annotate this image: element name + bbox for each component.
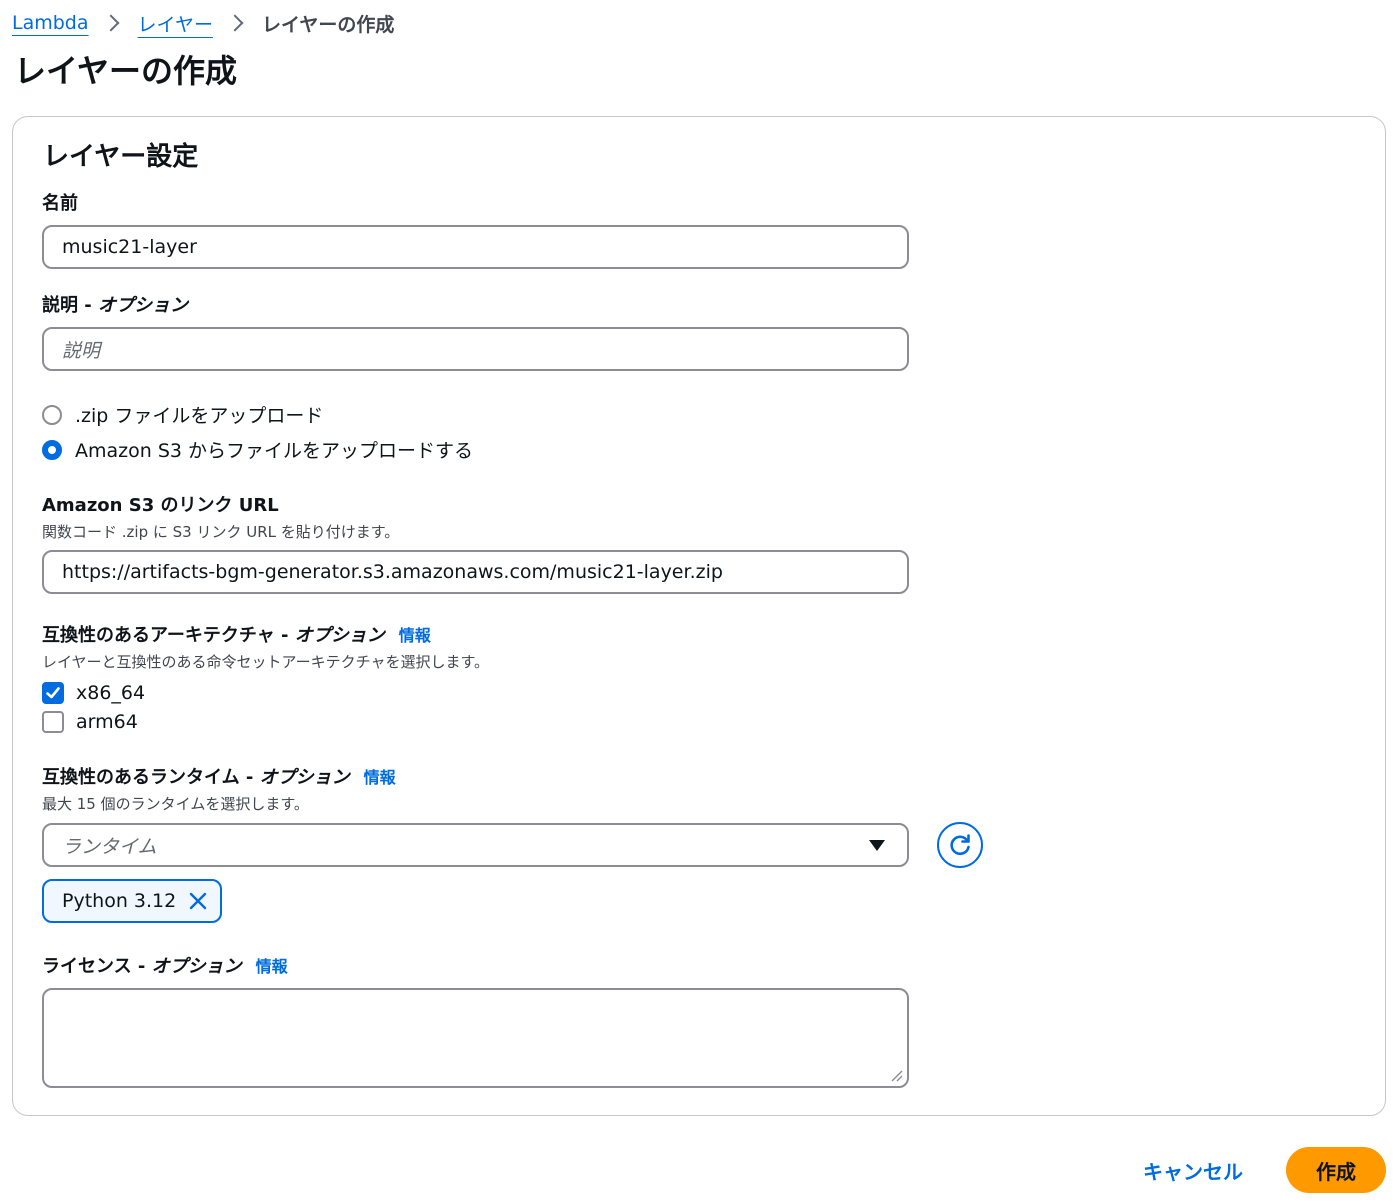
panel-title: レイヤー設定: [43, 142, 199, 172]
architecture-label: 互換性のあるアーキテクチャ - オプション 情報: [42, 623, 431, 649]
radio-upload-zip-label: .zip ファイルをアップロード: [75, 405, 324, 427]
description-input[interactable]: 説明: [42, 327, 909, 371]
remove-token-button[interactable]: [188, 891, 208, 911]
license-label: ライセンス - オプション 情報: [42, 954, 288, 980]
runtime-description: 最大 15 個のランタイムを選択します。: [42, 795, 309, 813]
s3-url-description: 関数コード .zip に S3 リンク URL を貼り付けます。: [42, 523, 400, 541]
description-label-text: 説明 -: [42, 295, 99, 316]
description-placeholder: 説明: [62, 339, 101, 362]
page-title: レイヤーの作成: [14, 52, 238, 90]
checkbox-x86-64-label: x86_64: [76, 682, 146, 704]
close-icon: [190, 892, 207, 910]
runtime-info-link[interactable]: 情報: [364, 768, 396, 787]
checkbox-arm64[interactable]: arm64: [42, 711, 138, 733]
breadcrumb-lambda-link[interactable]: Lambda: [12, 12, 89, 34]
breadcrumb-layers-link[interactable]: レイヤー: [138, 10, 213, 37]
s3-url-label: Amazon S3 のリンク URL: [42, 495, 279, 516]
description-optional: オプション: [98, 295, 189, 316]
checkbox-checked[interactable]: [42, 682, 64, 704]
breadcrumb-current: レイヤーの作成: [261, 13, 395, 36]
runtime-label-text: 互換性のあるランタイム -: [42, 767, 260, 788]
architecture-label-text: 互換性のあるアーキテクチャ -: [42, 625, 295, 646]
radio-upload-s3[interactable]: Amazon S3 からファイルをアップロードする: [42, 436, 473, 463]
architecture-info-link[interactable]: 情報: [399, 626, 431, 645]
description-label: 説明 - オプション: [42, 293, 188, 319]
checkmark-icon: [46, 687, 60, 699]
checkbox-x86-64[interactable]: x86_64: [42, 682, 145, 704]
license-optional: オプション: [151, 956, 242, 977]
chevron-right-icon: [226, 14, 244, 32]
radio-button-selected[interactable]: [42, 439, 62, 460]
runtime-select[interactable]: ランタイム: [42, 823, 909, 867]
radio-upload-zip[interactable]: .zip ファイルをアップロード: [42, 401, 323, 428]
name-label: 名前: [42, 193, 78, 214]
caret-down-icon: [869, 839, 885, 851]
runtime-optional: オプション: [259, 767, 350, 788]
refresh-button[interactable]: [937, 822, 983, 868]
radio-button[interactable]: [42, 404, 62, 425]
license-info-link[interactable]: 情報: [256, 957, 288, 976]
license-textarea[interactable]: [42, 988, 909, 1088]
radio-upload-s3-label: Amazon S3 からファイルをアップロードする: [75, 440, 474, 462]
create-button[interactable]: 作成: [1286, 1147, 1386, 1193]
s3-url-input[interactable]: https://artifacts-bgm-generator.s3.amazo…: [42, 550, 909, 594]
cancel-button[interactable]: キャンセル: [1143, 1156, 1243, 1185]
breadcrumb: Lambda レイヤー レイヤーの作成: [12, 8, 394, 38]
runtime-label: 互換性のあるランタイム - オプション 情報: [42, 765, 396, 791]
chevron-right-icon: [102, 14, 120, 32]
runtime-token: Python 3.12: [42, 879, 223, 923]
architecture-description: レイヤーと互換性のある命令セットアーキテクチャを選択します。: [42, 653, 490, 671]
name-input-value: music21-layer: [62, 236, 197, 258]
license-label-text: ライセンス -: [42, 956, 152, 977]
runtime-placeholder: ランタイム: [62, 835, 157, 858]
layer-settings-panel: レイヤー設定 名前 music21-layer 説明 - オプション 説明 .z…: [12, 116, 1386, 1116]
name-input[interactable]: music21-layer: [42, 225, 909, 269]
checkbox-arm64-label: arm64: [76, 711, 138, 733]
runtime-token-label: Python 3.12: [62, 890, 177, 912]
s3-url-input-value: https://artifacts-bgm-generator.s3.amazo…: [62, 561, 723, 583]
resize-handle-icon[interactable]: [889, 1068, 903, 1082]
checkbox-unchecked[interactable]: [42, 711, 64, 733]
architecture-optional: オプション: [294, 625, 385, 646]
refresh-icon: [950, 834, 970, 856]
